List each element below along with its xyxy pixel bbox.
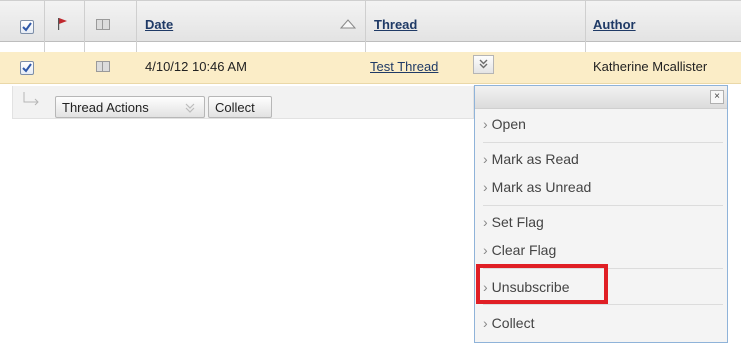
menu-item-set-flag[interactable]: › Set Flag — [483, 214, 544, 230]
menu-item-mark-as-unread[interactable]: › Mark as Unread — [483, 179, 591, 195]
check-icon — [22, 22, 32, 32]
elbow-arrow-icon — [23, 92, 39, 106]
row-date: 4/10/12 10:46 AM — [145, 59, 247, 74]
date-column-header[interactable]: Date — [145, 17, 173, 32]
collect-label: Collect — [215, 100, 255, 115]
menu-title-bar: × — [475, 86, 727, 109]
unsubscribe-highlight-box — [476, 264, 608, 304]
close-icon[interactable]: × — [710, 90, 724, 104]
menu-item-mark-as-read[interactable]: › Mark as Read — [483, 151, 579, 167]
row-checkbox[interactable] — [20, 61, 34, 75]
chevron-down-icon — [479, 59, 488, 69]
thread-actions-button[interactable]: Thread Actions — [55, 96, 205, 118]
chevron-right-icon: › — [483, 242, 488, 258]
chevron-right-icon: › — [483, 214, 488, 230]
collect-button[interactable]: Collect — [208, 96, 272, 118]
chevron-right-icon: › — [483, 116, 488, 132]
menu-item-clear-flag[interactable]: › Clear Flag — [483, 242, 556, 258]
thread-read-icon — [96, 61, 110, 72]
flag-icon[interactable] — [56, 17, 68, 31]
check-icon — [22, 63, 32, 73]
author-column-header[interactable]: Author — [593, 17, 636, 32]
menu-item-collect[interactable]: › Collect — [483, 315, 534, 331]
sort-ascending-icon[interactable] — [340, 19, 356, 29]
chevron-right-icon: › — [483, 151, 488, 167]
chevron-down-icon — [185, 103, 195, 113]
read-status-icon — [96, 19, 110, 30]
thread-column-header[interactable]: Thread — [374, 17, 417, 32]
menu-item-open[interactable]: › Open — [483, 116, 526, 132]
chevron-right-icon: › — [483, 179, 488, 195]
chevron-right-icon: › — [483, 315, 488, 331]
row-author: Katherine Mcallister — [593, 59, 708, 74]
thread-link[interactable]: Test Thread — [370, 59, 438, 74]
thread-menu-button[interactable] — [473, 55, 494, 74]
thread-context-menu: × › Open › Mark as Read › Mark as Unread › S… — [474, 85, 728, 343]
select-all-checkbox[interactable] — [20, 20, 34, 34]
thread-actions-label: Thread Actions — [62, 100, 149, 115]
